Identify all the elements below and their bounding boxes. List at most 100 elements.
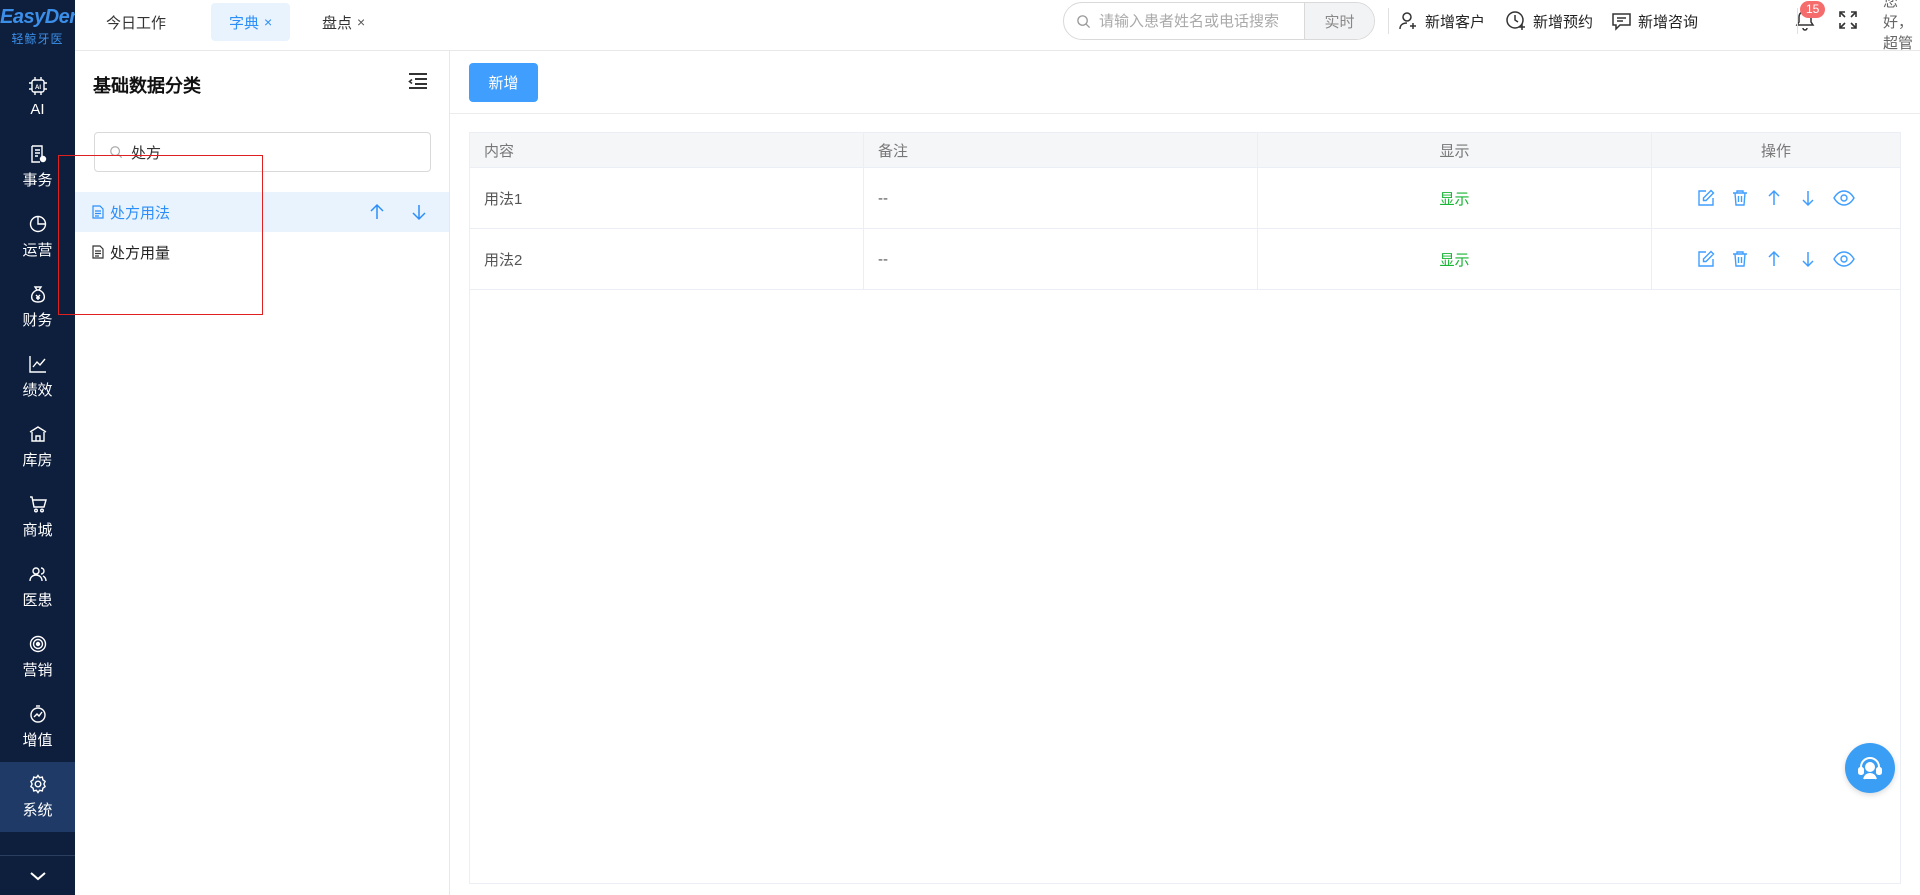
cell-actions: [1652, 168, 1900, 228]
nav-label-ai: AI: [30, 101, 45, 118]
notification-badge: 15: [1800, 1, 1826, 18]
left-nav: EasyDent 轻鲸牙医 AI AI 事务 运营 财务 绩效 库房 商城 医患…: [0, 0, 88, 895]
nav-label-operations: 运营: [22, 242, 53, 259]
eye-icon[interactable]: [1833, 250, 1855, 268]
close-icon[interactable]: ×: [357, 14, 365, 30]
nav-item-performance[interactable]: 绩效: [0, 342, 75, 412]
tab-label: 今日工作: [106, 14, 167, 32]
cell-actions: [1652, 229, 1900, 289]
new-customer-button[interactable]: 新增客户: [1399, 8, 1485, 34]
nav-item-marketing[interactable]: 营销: [0, 622, 75, 692]
nav-label-warehouse: 库房: [22, 452, 53, 469]
cell-display: 显示: [1258, 229, 1652, 289]
nav-item-patients[interactable]: 医患: [0, 552, 75, 622]
nav-item-operations[interactable]: 运营: [0, 202, 75, 272]
nav-item-tasks[interactable]: 事务: [0, 132, 75, 202]
tab-label: 字典: [229, 14, 260, 32]
clock-add-icon: [1506, 11, 1525, 30]
category-search-input[interactable]: [131, 143, 411, 161]
cell-content: 用法1: [470, 168, 864, 228]
tab-today-work[interactable]: 今日工作: [88, 3, 184, 41]
new-customer-label: 新增客户: [1425, 13, 1486, 31]
divider: [1388, 8, 1389, 34]
category-title: 基础数据分类: [93, 76, 201, 96]
table-row: 用法1 -- 显示: [470, 168, 1900, 229]
category-item-usage[interactable]: 处方用法: [75, 192, 449, 232]
trend-line-icon: [28, 356, 46, 373]
tab-dictionary[interactable]: 字典 ×: [211, 3, 291, 41]
move-up-icon[interactable]: [1765, 250, 1783, 268]
column-header-note: 备注: [864, 133, 1258, 167]
nav-label-marketing: 营销: [22, 662, 53, 679]
greeting-text: 您好，超管: [1883, 0, 1914, 52]
arrow-up-icon[interactable]: [367, 202, 387, 222]
category-search: [94, 132, 431, 172]
category-item-label: 处方用量: [110, 244, 171, 262]
new-appointment-label: 新增预约: [1533, 13, 1594, 31]
divider: [1797, 8, 1798, 34]
nav-item-ai[interactable]: AI AI: [0, 62, 75, 132]
growth-icon: [29, 705, 46, 723]
category-item-label: 处方用法: [110, 204, 171, 222]
chevron-down-icon: [29, 871, 46, 880]
logo-brand: EasyDent: [0, 6, 88, 28]
delete-icon[interactable]: [1731, 189, 1749, 207]
close-icon[interactable]: ×: [264, 14, 272, 30]
patient-search: 实时: [1063, 2, 1375, 40]
user-menu[interactable]: 您好，超管: [1883, 0, 1920, 52]
search-icon: [1077, 14, 1091, 28]
warehouse-icon: [29, 426, 46, 442]
nav-label-mall: 商城: [22, 522, 53, 539]
pie-chart-icon: [29, 215, 46, 233]
realtime-button[interactable]: 实时: [1304, 3, 1374, 39]
nav-expand-button[interactable]: [0, 855, 75, 895]
arrow-down-icon[interactable]: [409, 202, 429, 222]
nav-item-value-added[interactable]: 增值: [0, 692, 75, 762]
cell-note: --: [864, 168, 1258, 228]
column-header-actions: 操作: [1760, 142, 1791, 160]
edit-icon[interactable]: [1697, 189, 1715, 207]
nav-item-finance[interactable]: 财务: [0, 272, 75, 342]
new-consult-button[interactable]: 新增咨询: [1611, 8, 1698, 34]
users-icon: [28, 567, 47, 582]
eye-icon[interactable]: [1833, 189, 1855, 207]
nav-item-warehouse[interactable]: 库房: [0, 412, 75, 482]
money-bag-icon: [30, 286, 45, 303]
logo[interactable]: EasyDent 轻鲸牙医: [0, 0, 88, 56]
menu-collapse-icon[interactable]: [408, 72, 428, 90]
search-icon: [110, 146, 123, 159]
cell-note: --: [864, 229, 1258, 289]
new-appointment-button[interactable]: 新增预约: [1505, 8, 1593, 34]
cart-icon: [29, 496, 47, 513]
headset-icon: [1858, 757, 1882, 780]
cell-display: 显示: [1258, 168, 1652, 228]
add-button[interactable]: 新增: [469, 63, 538, 102]
tab-inventory-check[interactable]: 盘点 ×: [304, 3, 383, 41]
customer-support-button[interactable]: [1845, 743, 1895, 793]
patient-search-input[interactable]: [1099, 12, 1299, 30]
column-header-content: 内容: [470, 133, 864, 167]
nav-item-system[interactable]: 系统: [0, 762, 75, 832]
fullscreen-icon[interactable]: [1837, 9, 1859, 31]
category-panel: 基础数据分类 处方用法 处方用量: [75, 51, 450, 895]
patient-search-field: [1064, 3, 1304, 39]
category-item-dosage[interactable]: 处方用量: [75, 232, 449, 272]
ai-chip-icon: AI: [28, 77, 47, 95]
delete-icon[interactable]: [1731, 250, 1749, 268]
cell-content: 用法2: [470, 229, 864, 289]
move-down-icon[interactable]: [1799, 250, 1817, 268]
move-up-icon[interactable]: [1765, 189, 1783, 207]
nav-label-performance: 绩效: [22, 382, 53, 399]
nav-item-mall[interactable]: 商城: [0, 482, 75, 552]
target-icon: [29, 635, 46, 653]
logo-subtitle: 轻鲸牙医: [11, 32, 64, 46]
user-add-icon: [1399, 12, 1416, 30]
svg-text:AI: AI: [35, 85, 41, 91]
document-icon: [92, 245, 104, 259]
data-table: 内容 备注 显示 操作 用法1 -- 显示 用法2 -- 显示: [469, 132, 1901, 884]
message-icon: [1612, 13, 1631, 31]
move-down-icon[interactable]: [1799, 189, 1817, 207]
new-consult-label: 新增咨询: [1638, 13, 1699, 31]
top-bar: 今日工作 字典 × 盘点 × 实时 新增客户 新增预约 新增咨询 15 您好，超…: [75, 0, 1920, 52]
edit-icon[interactable]: [1697, 250, 1715, 268]
